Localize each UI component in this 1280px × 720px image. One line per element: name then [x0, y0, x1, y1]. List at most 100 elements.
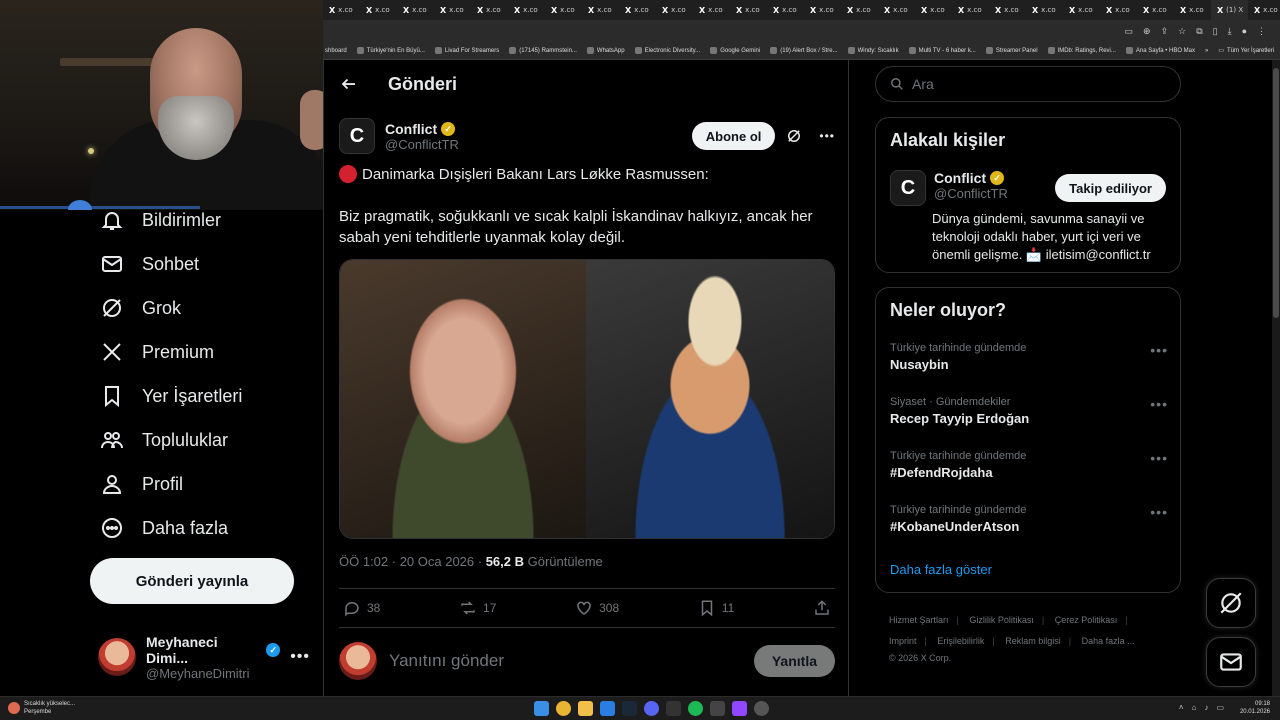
post-button[interactable]: Gönderi yayınla	[90, 558, 294, 604]
browser-tab[interactable]: Xx.co	[767, 0, 804, 20]
browser-tab[interactable]: Xx.co	[915, 0, 952, 20]
nav-premium[interactable]: Premium	[100, 340, 214, 364]
profile-icon[interactable]: ●	[1242, 26, 1247, 36]
account-switcher[interactable]: Meyhaneci Dimi... ✓ @MeyhaneDimitri •••	[98, 632, 310, 682]
bookmark-action[interactable]: 11	[698, 599, 734, 617]
reply-action[interactable]: 38	[343, 599, 380, 617]
star-icon[interactable]: ☆	[1178, 26, 1186, 37]
chrome-icon[interactable]	[556, 701, 571, 716]
tweet-media[interactable]	[339, 259, 835, 539]
scrollbar-thumb[interactable]	[1273, 68, 1279, 318]
related-avatar[interactable]: C	[890, 170, 926, 206]
footer-link[interactable]: Çerez Politikası	[1055, 615, 1118, 625]
browser-tab[interactable]: Xx.co	[471, 0, 508, 20]
browser-tab[interactable]: Xx.co	[878, 0, 915, 20]
all-bookmarks[interactable]: ▭ Tüm Yer İşaretleri	[1218, 47, 1280, 55]
bookmark-item[interactable]: Google Gemini	[710, 47, 760, 54]
weather-widget[interactable]: Sıcaklık yükselec... Perşembe	[8, 700, 75, 716]
volume-icon[interactable]: ♪	[1204, 703, 1208, 712]
account-more-icon[interactable]: •••	[290, 648, 310, 666]
nav-more[interactable]: Daha fazla	[100, 516, 228, 540]
grok-icon[interactable]	[785, 127, 803, 145]
reply-button[interactable]: Yanıtla	[753, 645, 835, 677]
start-icon[interactable]	[534, 701, 549, 716]
bookmark-item[interactable]: (17145) Rammstein...	[509, 47, 577, 54]
battery-icon[interactable]: ▭	[1216, 703, 1224, 712]
photo-right[interactable]	[586, 260, 834, 538]
bookmark-item[interactable]: (19) Alert Box / Stre...	[770, 47, 838, 54]
browser-tab[interactable]: Xx.co	[1174, 0, 1211, 20]
trend-item[interactable]: Türkiye tarihinde gündemde #KobaneUnderA…	[890, 504, 1168, 534]
browser-tab[interactable]: Xx.co	[1063, 0, 1100, 20]
app-icon[interactable]	[732, 701, 747, 716]
browser-tab[interactable]: Xx.co	[989, 0, 1026, 20]
footer-link[interactable]: Erişilebilirlik	[937, 636, 984, 646]
search-input[interactable]: Ara	[875, 66, 1181, 102]
trend-item[interactable]: Türkiye tarihinde gündemde #DefendRojdah…	[890, 450, 1168, 480]
browser-tab[interactable]: Xx.co	[730, 0, 767, 20]
nav-chat[interactable]: Sohbet	[100, 252, 199, 276]
tweet-more-icon[interactable]: •••	[819, 129, 835, 143]
steam-icon[interactable]	[622, 701, 637, 716]
nav-grok[interactable]: Grok	[100, 296, 181, 320]
show-more-link[interactable]: Daha fazla göster	[890, 562, 992, 577]
bookmark-item[interactable]: Türkiye'nin En Büyü...	[356, 47, 425, 54]
bookmark-item[interactable]: WhatsApp	[586, 47, 625, 54]
grok-fab[interactable]	[1206, 578, 1256, 628]
repost-action[interactable]: 17	[459, 599, 496, 617]
download-icon[interactable]: ⤓	[1228, 26, 1232, 37]
tweet-time[interactable]: ÖÖ 1:02 · 20 Oca 2026 ·	[339, 554, 486, 569]
bookmark-item[interactable]: Electronic Diversity...	[634, 47, 700, 54]
browser-tab[interactable]: Xx.co	[1026, 0, 1063, 20]
trend-more-icon[interactable]: •••	[1150, 342, 1168, 358]
browser-tab[interactable]: Xx.co	[1137, 0, 1174, 20]
extensions-icon[interactable]: ⧉	[1196, 26, 1202, 37]
nav-bookmarks[interactable]: Yer İşaretleri	[100, 384, 242, 408]
author-avatar[interactable]: C	[339, 118, 375, 154]
trend-more-icon[interactable]: •••	[1150, 396, 1168, 412]
browser-tab[interactable]: Xx.co	[397, 0, 434, 20]
nav-profile[interactable]: Profil	[100, 472, 183, 496]
discord-icon[interactable]	[644, 701, 659, 716]
related-name[interactable]: Conflict	[934, 170, 986, 186]
cast-icon[interactable]: ▭	[1125, 26, 1134, 37]
tray-chevron-icon[interactable]: ˄	[1179, 703, 1184, 712]
browser-tab[interactable]: Xx.co	[693, 0, 730, 20]
bookmark-item[interactable]: Windy: Sıcaklık	[847, 47, 899, 54]
footer-link[interactable]: Gizlilik Politikası	[969, 615, 1034, 625]
app-icon[interactable]	[600, 701, 615, 716]
network-icon[interactable]: ⌂	[1192, 703, 1197, 712]
messages-fab[interactable]	[1206, 637, 1256, 687]
share-action[interactable]	[813, 599, 831, 617]
like-action[interactable]: 308	[575, 599, 619, 617]
trend-item[interactable]: Siyaset · Gündemdekiler Recep Tayyip Erd…	[890, 396, 1168, 426]
bookmark-item[interactable]: IMDb: Ratings, Revi...	[1047, 47, 1116, 54]
back-arrow-icon[interactable]	[340, 75, 358, 93]
trend-more-icon[interactable]: •••	[1150, 450, 1168, 466]
footer-link[interactable]: Reklam bilgisi	[1005, 636, 1061, 646]
author-handle[interactable]: @ConflictTR	[385, 137, 459, 152]
menu-icon[interactable]: ⋮	[1257, 26, 1266, 37]
trend-more-icon[interactable]: •••	[1150, 504, 1168, 520]
footer-link[interactable]: Hizmet Şartları	[889, 615, 949, 625]
nav-notifications[interactable]: Bildirimler	[100, 208, 221, 232]
author-name[interactable]: Conflict	[385, 121, 437, 137]
browser-tab[interactable]: Xx.co	[360, 0, 397, 20]
following-button[interactable]: Takip ediliyor	[1055, 174, 1166, 202]
subscribe-button[interactable]: Abone ol	[691, 122, 776, 150]
footer-link[interactable]: Daha fazla ...	[1082, 636, 1135, 646]
trend-item[interactable]: Türkiye tarihinde gündemde Nusaybin •••	[890, 342, 1168, 372]
browser-tab[interactable]: Xx.co	[323, 0, 360, 20]
browser-tab[interactable]: Xx.co	[656, 0, 693, 20]
footer-link[interactable]: Imprint	[889, 636, 917, 646]
photo-left[interactable]	[340, 260, 586, 538]
epic-icon[interactable]	[666, 701, 681, 716]
browser-tab[interactable]: Xx.co	[841, 0, 878, 20]
browser-tab[interactable]: Xx.co	[952, 0, 989, 20]
bookmark-item[interactable]: Streamer Panel	[985, 47, 1038, 54]
bookmark-item[interactable]: Multi TV - 6 haber k...	[908, 47, 976, 54]
browser-tab[interactable]: X (1) X	[1211, 0, 1248, 20]
browser-tab[interactable]: Xx.co	[508, 0, 545, 20]
browser-tab[interactable]: Xx.co	[619, 0, 656, 20]
spotify-icon[interactable]	[688, 701, 703, 716]
